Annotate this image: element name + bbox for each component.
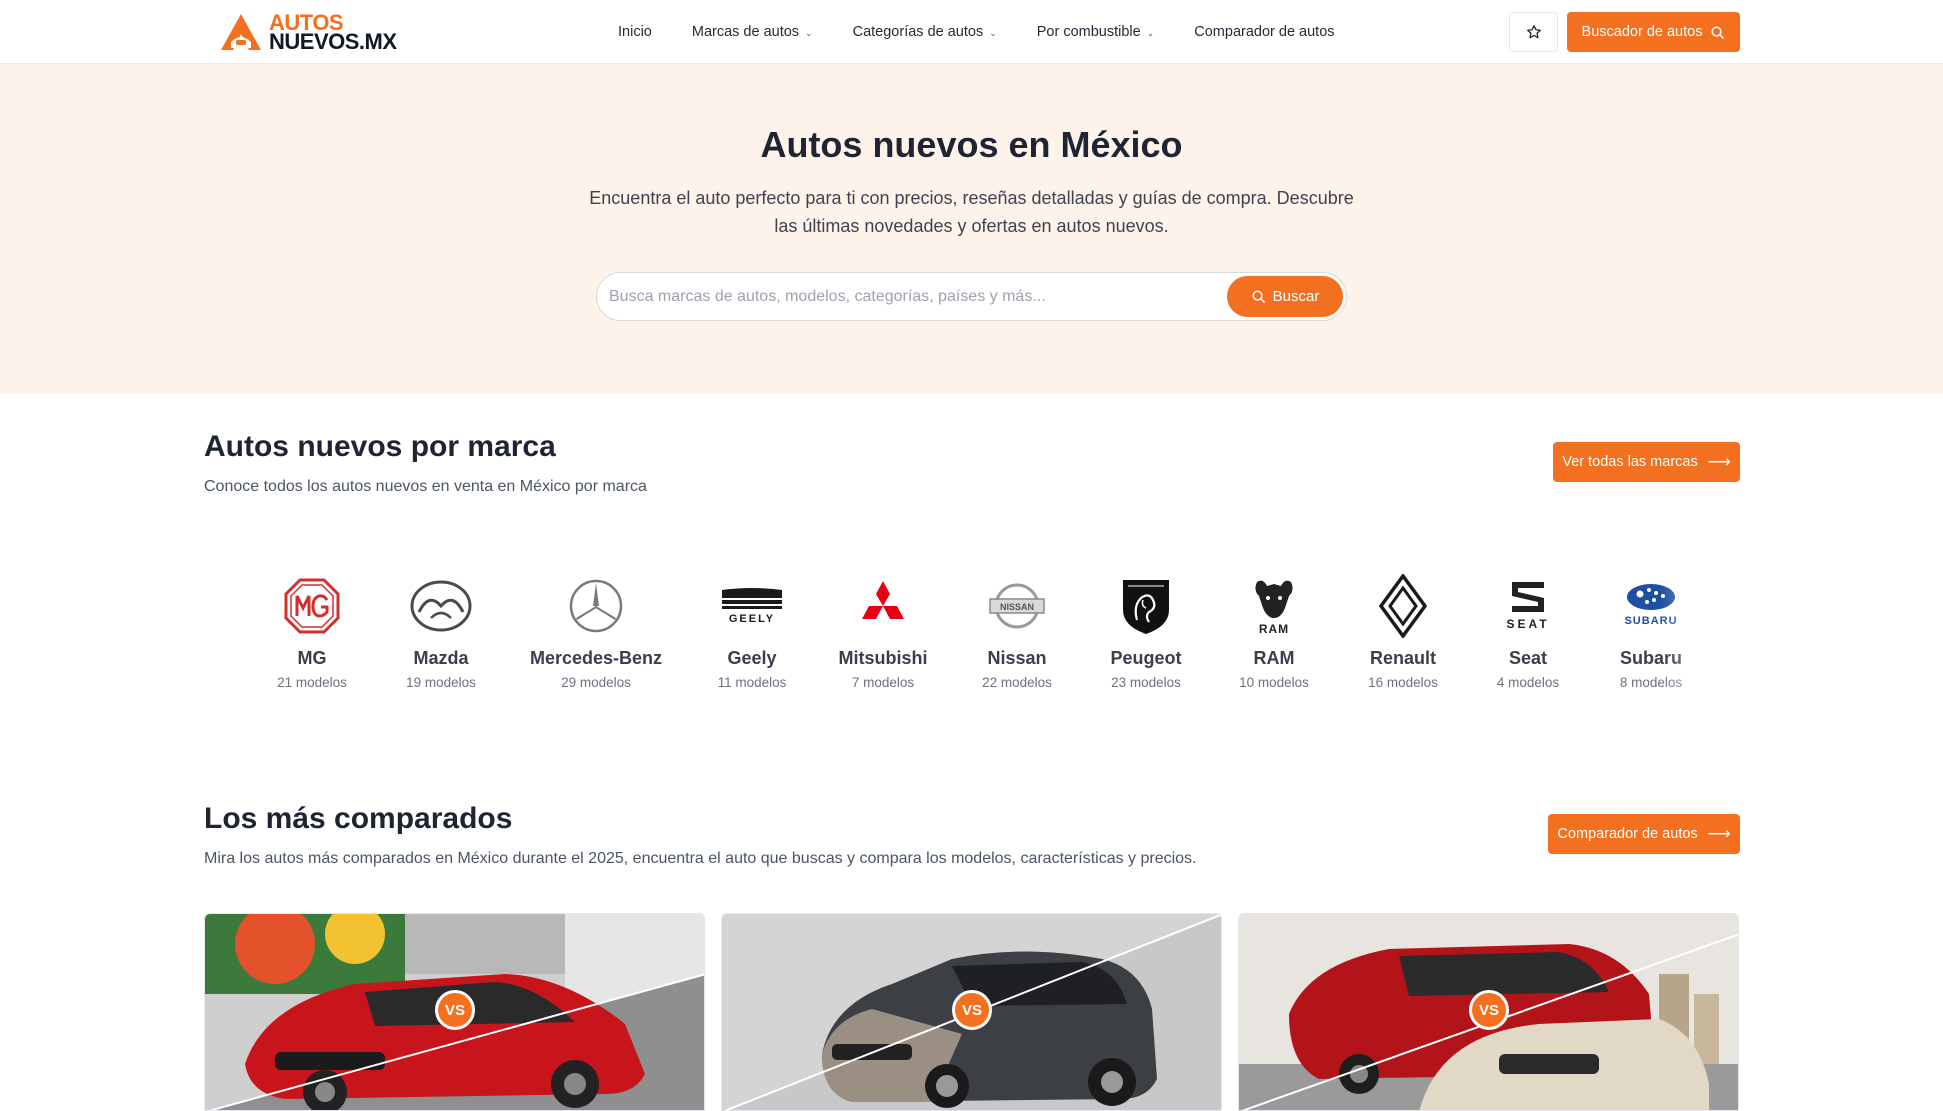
compared-section-subtitle: Mira los autos más comparados en México … bbox=[204, 850, 1197, 867]
brand-name: Mitsubishi bbox=[838, 648, 928, 668]
comparison-card[interactable]: VS bbox=[1238, 913, 1739, 1111]
logo-line-2: NUEVOS.MX bbox=[269, 29, 397, 54]
nav-item-inicio[interactable]: Inicio bbox=[618, 24, 652, 40]
brand-card-mg[interactable]: MG 21 modelos bbox=[242, 560, 382, 690]
brand-model-count: 4 modelos bbox=[1496, 675, 1560, 690]
nav-item-label: Marcas de autos bbox=[691, 24, 800, 40]
brand-card-ram[interactable]: RAM RAM 10 modelos bbox=[1204, 560, 1344, 690]
brand-model-count: 22 modelos bbox=[982, 675, 1052, 690]
brand-card-renault[interactable]: Renault 16 modelos bbox=[1333, 560, 1473, 690]
brand-model-count: 16 modelos bbox=[1368, 675, 1438, 690]
vs-badge: VS bbox=[435, 990, 475, 1030]
chevron-down-icon: ⌄ bbox=[989, 27, 997, 38]
svg-text:RAM: RAM bbox=[1259, 622, 1289, 636]
comparison-card[interactable]: VS bbox=[721, 913, 1222, 1111]
brand-card-seat[interactable]: SEAT Seat 4 modelos bbox=[1458, 560, 1598, 690]
top-navbar: AUTOS NUEVOS.MX Inicio Marcas de autos ⌄… bbox=[0, 0, 1943, 64]
brand-card-mitsubishi[interactable]: Mitsubishi 7 modelos bbox=[813, 560, 953, 690]
nav-item-label: Inicio bbox=[618, 24, 652, 40]
brand-card-geely[interactable]: GEELY Geely 11 modelos bbox=[682, 560, 822, 690]
nav-item-label: Por combustible bbox=[1036, 24, 1141, 40]
brands-carousel: MG 21 modelos Mazda 19 modelos Mercedes-… bbox=[204, 560, 1740, 720]
brand-name: MG bbox=[297, 648, 327, 668]
mitsubishi-logo-icon bbox=[851, 574, 915, 638]
main-nav: Inicio Marcas de autos ⌄ Categorías de a… bbox=[618, 0, 1335, 64]
nav-item-marcas[interactable]: Marcas de autos ⌄ bbox=[692, 24, 813, 40]
brand-card-mercedes-benz[interactable]: Mercedes-Benz 29 modelos bbox=[526, 560, 666, 690]
brand-name: Peugeot bbox=[1110, 648, 1182, 668]
renault-logo-icon bbox=[1371, 574, 1435, 638]
nav-item-label: Categorías de autos bbox=[852, 24, 984, 40]
car-comparator-label: Comparador de autos bbox=[1557, 826, 1698, 842]
nav-item-combustible[interactable]: Por combustible ⌄ bbox=[1037, 24, 1155, 40]
brand-model-count: 21 modelos bbox=[277, 675, 347, 690]
arrow-right-icon: ⟶ bbox=[1707, 826, 1731, 843]
hero-search-button-label: Buscar bbox=[1272, 288, 1320, 305]
car-comparator-button[interactable]: Comparador de autos ⟶ bbox=[1548, 814, 1740, 854]
favorites-button[interactable] bbox=[1509, 12, 1558, 52]
carousel-fade-right bbox=[1660, 560, 1740, 720]
vs-badge: VS bbox=[1469, 990, 1509, 1030]
carousel-fade-left bbox=[204, 560, 244, 720]
view-all-brands-label: Ver todas las marcas bbox=[1562, 454, 1698, 470]
seat-logo-icon: SEAT bbox=[1496, 574, 1560, 638]
search-icon bbox=[1252, 290, 1265, 303]
geely-logo-icon: GEELY bbox=[720, 574, 784, 638]
brand-name: Mazda bbox=[413, 648, 469, 668]
nav-item-comparador[interactable]: Comparador de autos bbox=[1194, 24, 1334, 40]
site-logo[interactable]: AUTOS NUEVOS.MX bbox=[219, 12, 397, 54]
brands-section-subtitle: Conoce todos los autos nuevos en venta e… bbox=[204, 478, 647, 495]
chevron-down-icon: ⌄ bbox=[805, 27, 813, 38]
brand-model-count: 11 modelos bbox=[717, 675, 787, 690]
hero-title: Autos nuevos en México bbox=[760, 124, 1183, 165]
brand-model-count: 23 modelos bbox=[1111, 675, 1181, 690]
brand-card-nissan[interactable]: NISSAN Nissan 22 modelos bbox=[947, 560, 1087, 690]
brand-model-count: 29 modelos bbox=[561, 675, 631, 690]
nissan-logo-icon: NISSAN bbox=[985, 574, 1049, 638]
comparison-card[interactable]: VS bbox=[204, 913, 705, 1111]
search-icon bbox=[1711, 25, 1725, 39]
car-search-button[interactable]: Buscador de autos bbox=[1567, 12, 1740, 52]
nav-item-label: Comparador de autos bbox=[1194, 24, 1335, 40]
brand-name: Nissan bbox=[987, 648, 1047, 668]
brands-section-title: Autos nuevos por marca bbox=[204, 430, 556, 463]
logo-icon bbox=[221, 14, 261, 50]
view-all-brands-button[interactable]: Ver todas las marcas ⟶ bbox=[1553, 442, 1740, 482]
arrow-right-icon: ⟶ bbox=[1707, 454, 1731, 471]
star-icon bbox=[1526, 25, 1541, 39]
brand-name: RAM bbox=[1253, 648, 1295, 668]
nav-item-categorias[interactable]: Categorías de autos ⌄ bbox=[853, 24, 997, 40]
mazda-logo-icon bbox=[409, 574, 473, 638]
compared-section-title: Los más comparados bbox=[204, 802, 513, 835]
brand-card-mazda[interactable]: Mazda 19 modelos bbox=[371, 560, 511, 690]
brand-model-count: 10 modelos bbox=[1239, 675, 1309, 690]
logo-text: AUTOS NUEVOS.MX bbox=[269, 12, 397, 54]
brand-model-count: 19 modelos bbox=[406, 675, 476, 690]
brand-model-count: 7 modelos bbox=[851, 675, 915, 690]
ram-logo-icon: RAM bbox=[1242, 574, 1306, 638]
car-search-button-label: Buscador de autos bbox=[1581, 24, 1703, 40]
mg-logo-icon bbox=[280, 574, 344, 638]
svg-text:NISSAN: NISSAN bbox=[1000, 602, 1034, 612]
brand-name: Renault bbox=[1369, 648, 1436, 668]
brand-card-peugeot[interactable]: Peugeot 23 modelos bbox=[1076, 560, 1216, 690]
mercedes-benz-logo-icon bbox=[564, 574, 628, 638]
hero-search-button[interactable]: Buscar bbox=[1227, 276, 1343, 317]
svg-text:GEELY: GEELY bbox=[729, 613, 775, 625]
peugeot-logo-icon bbox=[1114, 574, 1178, 638]
hero-search-bar: Buscar bbox=[596, 272, 1347, 321]
svg-text:SEAT: SEAT bbox=[1506, 617, 1549, 631]
chevron-down-icon: ⌄ bbox=[1146, 27, 1155, 38]
brand-name: Geely bbox=[727, 648, 777, 668]
vs-badge: VS bbox=[952, 990, 992, 1030]
brand-name: Seat bbox=[1508, 648, 1548, 668]
hero-search-input[interactable] bbox=[609, 285, 1209, 309]
hero-subtitle: Encuentra el auto perfecto para ti con p… bbox=[589, 188, 1354, 236]
brand-name: Mercedes-Benz bbox=[529, 648, 663, 668]
